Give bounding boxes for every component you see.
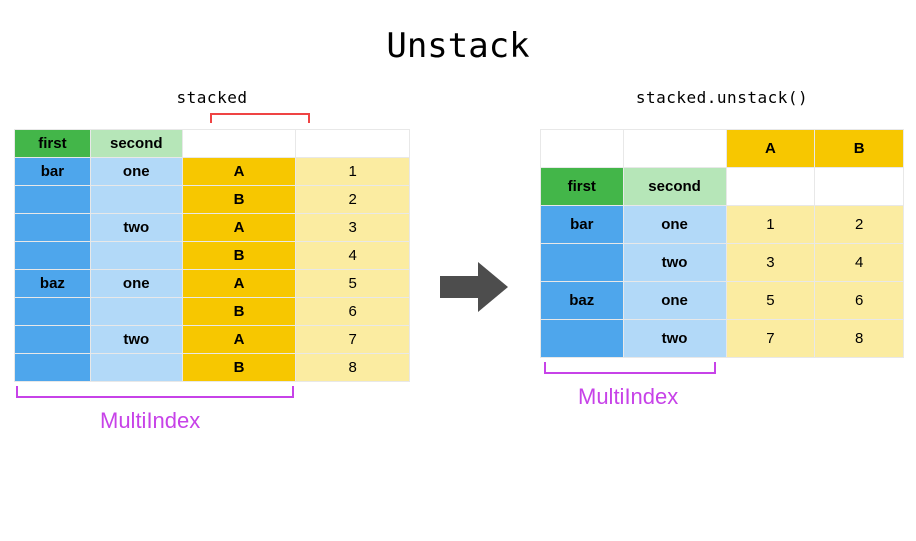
- cell-col: B: [182, 298, 296, 326]
- cell-first: [15, 354, 91, 382]
- inner-column-bracket: [14, 113, 410, 129]
- cell-second: one: [90, 158, 182, 186]
- cell-val: 8: [296, 354, 410, 382]
- cell-a: 1: [726, 206, 815, 244]
- cell-first: bar: [541, 206, 624, 244]
- diagram-canvas: stacked first second bar one A 1 B: [0, 66, 916, 537]
- cell-second: two: [90, 326, 182, 354]
- header-second: second: [90, 130, 182, 158]
- cell-val: 7: [296, 326, 410, 354]
- cell-first: [15, 242, 91, 270]
- cell-first: baz: [541, 282, 624, 320]
- cell-val: 6: [296, 298, 410, 326]
- corner-blank: [541, 130, 624, 168]
- col-header-a: A: [726, 130, 815, 168]
- cell-first: bar: [15, 158, 91, 186]
- cell-first: [15, 326, 91, 354]
- cell-col: A: [182, 326, 296, 354]
- cell-val: 2: [296, 186, 410, 214]
- table-row: baz one A 5: [15, 270, 410, 298]
- cell-b: 6: [815, 282, 904, 320]
- header-blank: [815, 168, 904, 206]
- corner-blank: [623, 130, 726, 168]
- table-row: B 2: [15, 186, 410, 214]
- header-first: first: [541, 168, 624, 206]
- multiindex-label: MultiIndex: [540, 384, 904, 410]
- cell-col: B: [182, 186, 296, 214]
- table-row: B 8: [15, 354, 410, 382]
- cell-a: 5: [726, 282, 815, 320]
- cell-a: 3: [726, 244, 815, 282]
- unstacked-panel: stacked.unstack() A B first second bar o…: [540, 66, 904, 410]
- table-row: baz one 5 6: [541, 282, 904, 320]
- cell-second: [90, 354, 182, 382]
- cell-second: one: [623, 206, 726, 244]
- cell-second: [90, 298, 182, 326]
- cell-second: one: [90, 270, 182, 298]
- cell-first: [15, 298, 91, 326]
- cell-val: 3: [296, 214, 410, 242]
- cell-b: 2: [815, 206, 904, 244]
- cell-b: 4: [815, 244, 904, 282]
- table-row: two A 3: [15, 214, 410, 242]
- cell-val: 5: [296, 270, 410, 298]
- unstacked-table: A B first second bar one 1 2 two 3 4: [540, 129, 904, 358]
- cell-first: [541, 244, 624, 282]
- multiindex-bracket: [14, 384, 410, 402]
- cell-first: [15, 214, 91, 242]
- table-row: two 7 8: [541, 320, 904, 358]
- stacked-table: first second bar one A 1 B 2 two A: [14, 129, 410, 382]
- multiindex-bracket: [540, 360, 904, 378]
- cell-col: A: [182, 158, 296, 186]
- cell-col: A: [182, 214, 296, 242]
- cell-second: one: [623, 282, 726, 320]
- cell-col: A: [182, 270, 296, 298]
- cell-first: [15, 186, 91, 214]
- cell-col: B: [182, 354, 296, 382]
- arrow-right-icon: [438, 256, 512, 318]
- col-header-b: B: [815, 130, 904, 168]
- stacked-label: stacked: [14, 88, 410, 107]
- header-blank-1: [182, 130, 296, 158]
- cell-second: [90, 186, 182, 214]
- cell-second: two: [623, 244, 726, 282]
- cell-second: two: [623, 320, 726, 358]
- cell-second: two: [90, 214, 182, 242]
- table-row: bar one A 1: [15, 158, 410, 186]
- multiindex-label: MultiIndex: [14, 408, 410, 434]
- header-blank-2: [296, 130, 410, 158]
- cell-first: [541, 320, 624, 358]
- header-blank: [726, 168, 815, 206]
- cell-second: [90, 242, 182, 270]
- cell-b: 8: [815, 320, 904, 358]
- cell-first: baz: [15, 270, 91, 298]
- header-second: second: [623, 168, 726, 206]
- table-row: bar one 1 2: [541, 206, 904, 244]
- table-row: B 4: [15, 242, 410, 270]
- cell-val: 1: [296, 158, 410, 186]
- cell-col: B: [182, 242, 296, 270]
- table-row: two 3 4: [541, 244, 904, 282]
- cell-val: 4: [296, 242, 410, 270]
- stacked-panel: stacked first second bar one A 1 B: [14, 66, 410, 434]
- header-first: first: [15, 130, 91, 158]
- cell-a: 7: [726, 320, 815, 358]
- unstacked-label: stacked.unstack(): [540, 88, 904, 107]
- table-row: two A 7: [15, 326, 410, 354]
- page-title: Unstack: [0, 0, 916, 66]
- table-row: B 6: [15, 298, 410, 326]
